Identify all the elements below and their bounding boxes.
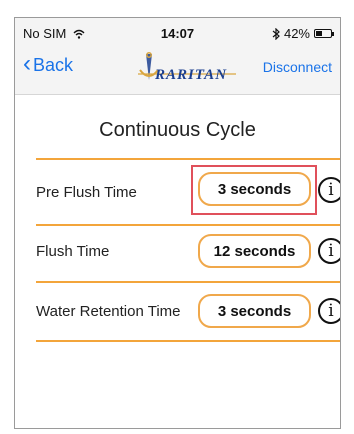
info-icon[interactable]: i bbox=[318, 238, 340, 264]
flush-time-label: Flush Time bbox=[36, 243, 110, 260]
battery-percent: 42% bbox=[283, 26, 310, 41]
info-icon[interactable]: i bbox=[318, 298, 340, 324]
water-retention-time-value[interactable]: 3 seconds bbox=[198, 294, 311, 328]
battery-icon bbox=[314, 29, 334, 38]
raritan-logo: RARITAN bbox=[138, 52, 236, 83]
divider bbox=[36, 340, 340, 342]
bluetooth-icon bbox=[272, 27, 280, 40]
chevron-left-icon: ‹ bbox=[23, 50, 31, 77]
disconnect-button[interactable]: Disconnect bbox=[263, 59, 332, 75]
back-button[interactable]: ‹ Back bbox=[23, 50, 74, 77]
app-screen: No SIM 14:07 42% ‹ Back RARITAN Disconne… bbox=[14, 17, 341, 429]
navigation-bar: No SIM 14:07 42% ‹ Back RARITAN Disconne… bbox=[15, 18, 340, 95]
status-bar: No SIM 14:07 42% bbox=[15, 24, 340, 42]
selection-highlight bbox=[191, 165, 317, 215]
divider bbox=[36, 224, 340, 226]
status-right: 42% bbox=[272, 26, 334, 41]
pre-flush-time-label: Pre Flush Time bbox=[36, 184, 137, 201]
water-retention-time-label: Water Retention Time bbox=[36, 303, 181, 320]
battery-level bbox=[316, 31, 322, 36]
info-icon[interactable]: i bbox=[318, 177, 340, 203]
page-title: Continuous Cycle bbox=[99, 119, 256, 141]
flush-time-value[interactable]: 12 seconds bbox=[198, 234, 311, 268]
divider bbox=[36, 158, 340, 160]
divider bbox=[36, 281, 340, 283]
logo-text: RARITAN bbox=[154, 67, 227, 83]
back-label: Back bbox=[33, 55, 74, 75]
